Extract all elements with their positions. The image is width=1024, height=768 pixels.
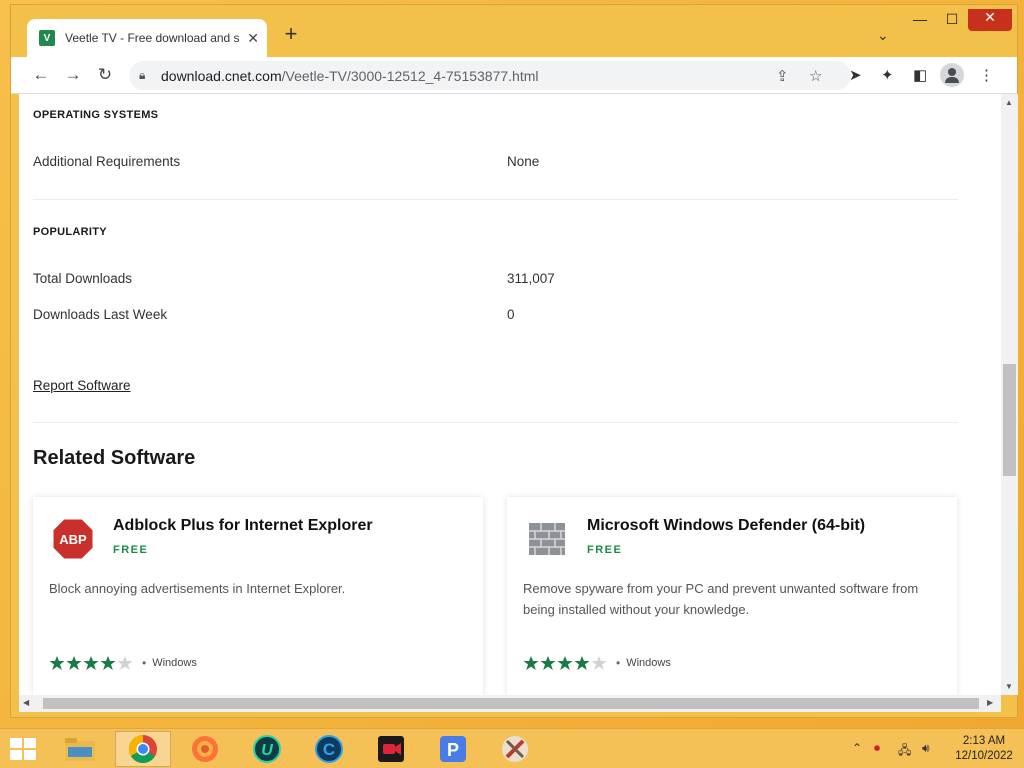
bookmark-star-icon[interactable]: ☆ [809,67,822,85]
star-rating [49,655,134,671]
scroll-right-arrow-icon[interactable]: ▶ [987,698,993,707]
browser-tab[interactable]: V Veetle TV - Free download and s ✕ [27,19,267,57]
vertical-scroll-thumb[interactable] [1003,364,1016,476]
svg-text:C: C [323,740,335,759]
firefox-icon[interactable] [177,731,233,767]
additional-requirements-value: None [507,154,540,169]
section-divider [33,199,958,200]
price-badge: FREE [113,544,149,556]
additional-requirements-label: Additional Requirements [33,154,181,169]
side-panel-icon[interactable]: ◧ [913,66,927,84]
pdf-app-icon[interactable]: P [425,731,481,767]
window-maximize-button[interactable]: ☐ [936,11,968,31]
profile-avatar[interactable] [940,63,964,87]
file-explorer-icon[interactable] [52,731,108,767]
tab-close-icon[interactable]: ✕ [247,30,259,47]
software-description: Block annoying advertisements in Interne… [49,581,346,596]
defender-brick-wall-icon [529,523,565,555]
star-filled-icon [66,656,82,670]
screen-recorder-icon[interactable] [363,731,419,767]
tab-title: Veetle TV - Free download and s [65,31,240,45]
total-downloads-label: Total Downloads [33,271,133,286]
url-path: /Veetle-TV/3000-12512_4-75153877.html [281,68,539,84]
clock-date: 12/10/2022 [955,750,1013,762]
os-section-title: OPERATING SYSTEMS [33,109,159,121]
star-filled-icon [83,656,99,670]
horizontal-scroll-thumb[interactable] [43,698,979,709]
reload-icon[interactable]: ↻ [95,65,115,85]
section-divider [33,422,958,423]
address-bar[interactable]: 🔒︎ download.cnet.com/Veetle-TV/3000-1251… [129,61,851,90]
star-rating [523,655,608,671]
scroll-up-arrow-icon[interactable]: ▲ [1005,98,1013,107]
star-filled-icon [49,656,65,670]
windows-start-icon[interactable] [10,738,38,760]
software-name[interactable]: Microsoft Windows Defender (64-bit) [587,517,865,535]
browser-titlebar: V Veetle TV - Free download and s ✕ + ⌄ … [11,5,1017,57]
share-icon[interactable]: ⇪ [776,67,789,85]
star-empty-icon [117,656,133,670]
star-filled-icon [540,656,556,670]
browser-toolbar: ← → ↻ 🔒︎ download.cnet.com/Veetle-TV/300… [11,57,1017,94]
extensions-puzzle-icon[interactable]: ✦ [881,66,894,84]
chrome-icon[interactable] [115,731,171,767]
scroll-down-arrow-icon[interactable]: ▼ [1005,682,1013,691]
back-arrow-icon[interactable]: ← [31,65,51,85]
url-host: download.cnet.com [161,68,282,84]
scroll-left-arrow-icon[interactable]: ◀ [23,698,29,707]
related-software-card[interactable]: Microsoft Windows Defender (64-bit) FREE… [507,497,957,695]
window-minimize-button[interactable]: — [904,11,936,31]
price-badge: FREE [587,544,623,556]
downloads-last-week-label: Downloads Last Week [33,307,168,322]
rating-row: • Windows [49,655,197,671]
horizontal-scrollbar[interactable]: ◀ ▶ [19,695,1001,712]
abp-logo-text: ABP [59,532,87,547]
svg-text:P: P [447,740,459,760]
rating-row: • Windows [523,655,671,671]
star-filled-icon [100,656,116,670]
cnet-favicon-icon: V [39,30,55,46]
downloads-last-week-value: 0 [507,307,515,322]
forward-arrow-icon[interactable]: → [63,65,83,85]
platform-label: Windows [152,657,197,669]
tab-search-chevron-icon[interactable]: ⌄ [877,27,889,44]
separator-dot: • [616,656,621,670]
show-hidden-icons-chevron-icon[interactable]: ⌃ [852,741,862,755]
url-text[interactable]: download.cnet.com/Veetle-TV/3000-12512_4… [161,68,539,84]
recorder-tray-icon[interactable]: ⏺ [874,741,880,756]
related-software-heading: Related Software [33,447,196,469]
popularity-section-title: POPULARITY [33,226,107,238]
separator-dot: • [142,656,147,670]
report-software-link[interactable]: Report Software [33,378,131,393]
software-name[interactable]: Adblock Plus for Internet Explorer [113,517,373,535]
ccleaner-icon[interactable]: C [301,731,357,767]
uplay-icon[interactable]: U [239,731,295,767]
star-filled-icon [574,656,590,670]
related-software-card[interactable]: ABP Adblock Plus for Internet Explorer F… [33,497,483,695]
volume-icon[interactable]: 🔊︎ [922,741,930,756]
adblock-plus-logo-icon: ABP [52,518,94,560]
menu-kebab-icon[interactable]: ⋮ [979,66,994,84]
new-tab-button[interactable]: + [279,23,303,47]
window-close-button[interactable]: ✕ [968,9,1012,31]
page-viewport: OPERATING SYSTEMS Additional Requirement… [19,94,1001,695]
settings-tool-icon[interactable] [487,731,543,767]
clock-time: 2:13 AM [962,735,1006,747]
windows-taskbar: U C P ⌃ ⏺ 🖧︎ 🔊︎ 2:13 AM 12/10/2022 [0,728,1024,768]
cursor-extension-icon[interactable]: ➤ [849,66,862,84]
lock-icon: 🔒︎ [139,68,146,82]
star-filled-icon [523,656,539,670]
total-downloads-value: 311,007 [507,271,555,286]
vertical-scrollbar[interactable]: ▲ ▼ [1001,94,1018,695]
browser-window: V Veetle TV - Free download and s ✕ + ⌄ … [10,4,1018,718]
svg-text:U: U [261,742,273,759]
star-empty-icon [591,656,607,670]
platform-label: Windows [626,657,671,669]
star-filled-icon [557,656,573,670]
software-description: Remove spyware from your PC and prevent … [523,581,919,617]
network-icon[interactable]: 🖧︎ [898,741,911,762]
taskbar-clock[interactable]: 2:13 AM 12/10/2022 [948,734,1020,764]
